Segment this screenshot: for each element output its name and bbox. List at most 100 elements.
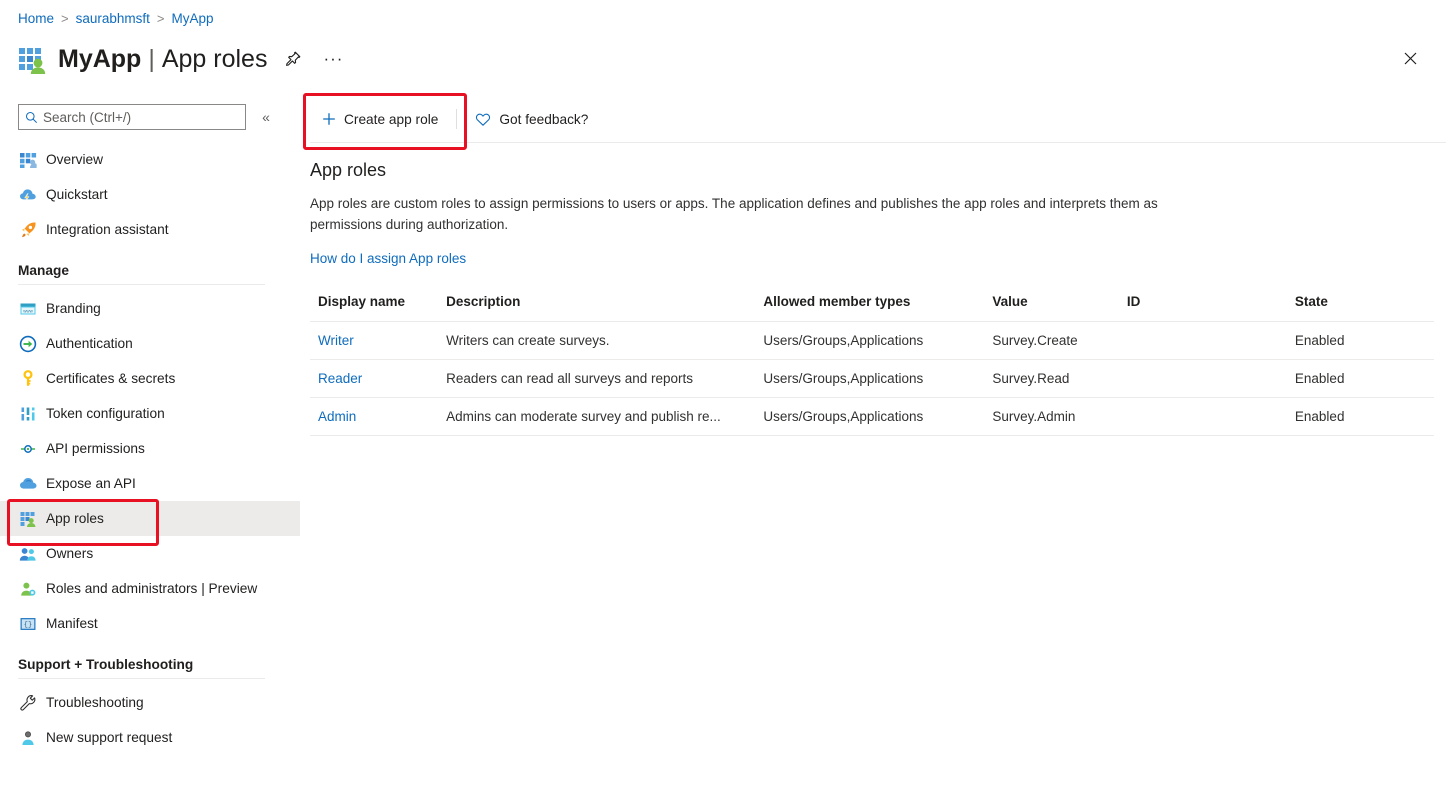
search-box[interactable] — [18, 104, 246, 130]
table-row[interactable]: Writer Writers can create surveys. Users… — [310, 322, 1434, 360]
sidebar-item-label: Troubleshooting — [46, 695, 144, 710]
sidebar-item-branding[interactable]: www Branding — [0, 291, 300, 326]
cell-display-name: Writer — [310, 322, 438, 360]
got-feedback-button[interactable]: Got feedback? — [463, 103, 600, 135]
sidebar-section-title: Manage — [18, 263, 265, 278]
cell-value: Survey.Read — [984, 360, 1118, 398]
manifest-braces-icon: {} — [18, 614, 38, 634]
column-header-display-name[interactable]: Display name — [310, 294, 438, 322]
key-icon — [18, 369, 38, 389]
sidebar-item-label: API permissions — [46, 441, 145, 456]
browser-window-icon: www — [18, 299, 38, 319]
cell-description: Readers can read all surveys and reports — [438, 360, 755, 398]
sidebar-section-support: Support + Troubleshooting — [0, 657, 300, 679]
app-roles-table: Display name Description Allowed member … — [310, 294, 1434, 436]
sidebar-item-label: Certificates & secrets — [46, 371, 175, 386]
cell-display-name: Reader — [310, 360, 438, 398]
app-roles-icon — [18, 509, 38, 529]
sidebar-item-troubleshooting[interactable]: Troubleshooting — [0, 685, 300, 720]
command-bar: Create app role Got feedback? — [300, 96, 1446, 142]
sidebar-item-quickstart[interactable]: Quickstart — [0, 177, 300, 212]
roles-person-icon — [18, 579, 38, 599]
azure-portal-blade: Home > saurabhmsft > MyApp MyApp|App rol… — [0, 0, 1446, 795]
search-icon — [25, 111, 38, 124]
sidebar-item-label: Manifest — [46, 616, 98, 631]
sidebar-item-label: Owners — [46, 546, 93, 561]
sidebar-item-api-permissions[interactable]: API permissions — [0, 431, 300, 466]
cell-state: Enabled — [1287, 398, 1434, 436]
create-app-role-label: Create app role — [344, 112, 438, 127]
role-link-admin[interactable]: Admin — [318, 409, 356, 424]
sidebar-top-items: Overview Quickstart — [0, 142, 300, 247]
sidebar-item-certificates-secrets[interactable]: Certificates & secrets — [0, 361, 300, 396]
owners-people-icon — [18, 544, 38, 564]
breadcrumb-item-app[interactable]: MyApp — [172, 10, 214, 28]
column-header-allowed-member-types[interactable]: Allowed member types — [755, 294, 984, 322]
api-plug-icon — [18, 439, 38, 459]
breadcrumb: Home > saurabhmsft > MyApp — [18, 10, 214, 28]
role-link-writer[interactable]: Writer — [318, 333, 354, 348]
main-content: Create app role Got feedback? App roles … — [300, 96, 1446, 795]
column-header-state[interactable]: State — [1287, 294, 1434, 322]
sidebar-item-label: Integration assistant — [46, 222, 169, 237]
wrench-icon — [18, 693, 38, 713]
sidebar-item-expose-an-api[interactable]: Expose an API — [0, 466, 300, 501]
sidebar-manage-items: www Branding Authentication — [0, 291, 300, 641]
cell-id — [1119, 322, 1287, 360]
search-input[interactable] — [43, 110, 239, 125]
assign-app-roles-link[interactable]: How do I assign App roles — [310, 251, 466, 266]
role-link-reader[interactable]: Reader — [318, 371, 362, 386]
sidebar-item-token-configuration[interactable]: Token configuration — [0, 396, 300, 431]
heart-icon — [475, 112, 491, 127]
cell-state: Enabled — [1287, 360, 1434, 398]
sidebar-item-label: Branding — [46, 301, 101, 316]
sidebar-item-label: Overview — [46, 152, 103, 167]
table-body: Writer Writers can create surveys. Users… — [310, 322, 1434, 436]
table-row[interactable]: Admin Admins can moderate survey and pub… — [310, 398, 1434, 436]
table-row[interactable]: Reader Readers can read all surveys and … — [310, 360, 1434, 398]
double-chevron-left-icon[interactable]: « — [254, 105, 278, 129]
column-header-description[interactable]: Description — [438, 294, 755, 322]
cell-allowed-member-types: Users/Groups,Applications — [755, 322, 984, 360]
column-header-id[interactable]: ID — [1119, 294, 1287, 322]
column-header-value[interactable]: Value — [984, 294, 1118, 322]
svg-text:www: www — [23, 308, 33, 313]
sidebar-item-owners[interactable]: Owners — [0, 536, 300, 571]
sidebar-item-app-roles[interactable]: App roles — [0, 501, 300, 536]
breadcrumb-item-home[interactable]: Home — [18, 10, 54, 28]
breadcrumb-item-tenant[interactable]: saurabhmsft — [76, 10, 150, 28]
close-icon[interactable] — [1396, 44, 1424, 72]
page-title-section: App roles — [162, 45, 268, 73]
page-title: MyApp|App roles — [58, 43, 267, 75]
ellipsis-icon[interactable]: ··· — [319, 45, 347, 73]
cloud-icon — [18, 474, 38, 494]
sidebar-item-integration-assistant[interactable]: Integration assistant — [0, 212, 300, 247]
sidebar-item-label: New support request — [46, 730, 172, 745]
sidebar-item-roles-and-administrators[interactable]: Roles and administrators | Preview — [0, 571, 300, 606]
breadcrumb-separator: > — [61, 10, 69, 28]
sidebar: « Overview — [0, 100, 300, 795]
section-heading: App roles — [310, 160, 1446, 181]
cloud-lightning-icon — [18, 185, 38, 205]
sidebar-item-new-support-request[interactable]: New support request — [0, 720, 300, 755]
support-person-icon — [18, 728, 38, 748]
sidebar-section-title: Support + Troubleshooting — [18, 657, 265, 672]
create-app-role-button[interactable]: Create app role — [310, 103, 450, 135]
sidebar-section-manage: Manage — [0, 263, 300, 285]
sidebar-item-label: Expose an API — [46, 476, 136, 491]
command-bar-divider — [310, 142, 1446, 143]
cell-id — [1119, 360, 1287, 398]
breadcrumb-separator: > — [157, 10, 165, 28]
table-header: Display name Description Allowed member … — [310, 294, 1434, 322]
pin-icon[interactable] — [279, 45, 307, 73]
cell-id — [1119, 398, 1287, 436]
cell-description: Writers can create surveys. — [438, 322, 755, 360]
cell-allowed-member-types: Users/Groups,Applications — [755, 398, 984, 436]
grid-overview-icon — [18, 150, 38, 170]
sidebar-item-manifest[interactable]: {} Manifest — [0, 606, 300, 641]
sidebar-item-overview[interactable]: Overview — [0, 142, 300, 177]
app-registration-icon — [16, 42, 50, 76]
sidebar-item-authentication[interactable]: Authentication — [0, 326, 300, 361]
svg-text:{}: {} — [24, 621, 32, 629]
sidebar-item-label: Quickstart — [46, 187, 108, 202]
